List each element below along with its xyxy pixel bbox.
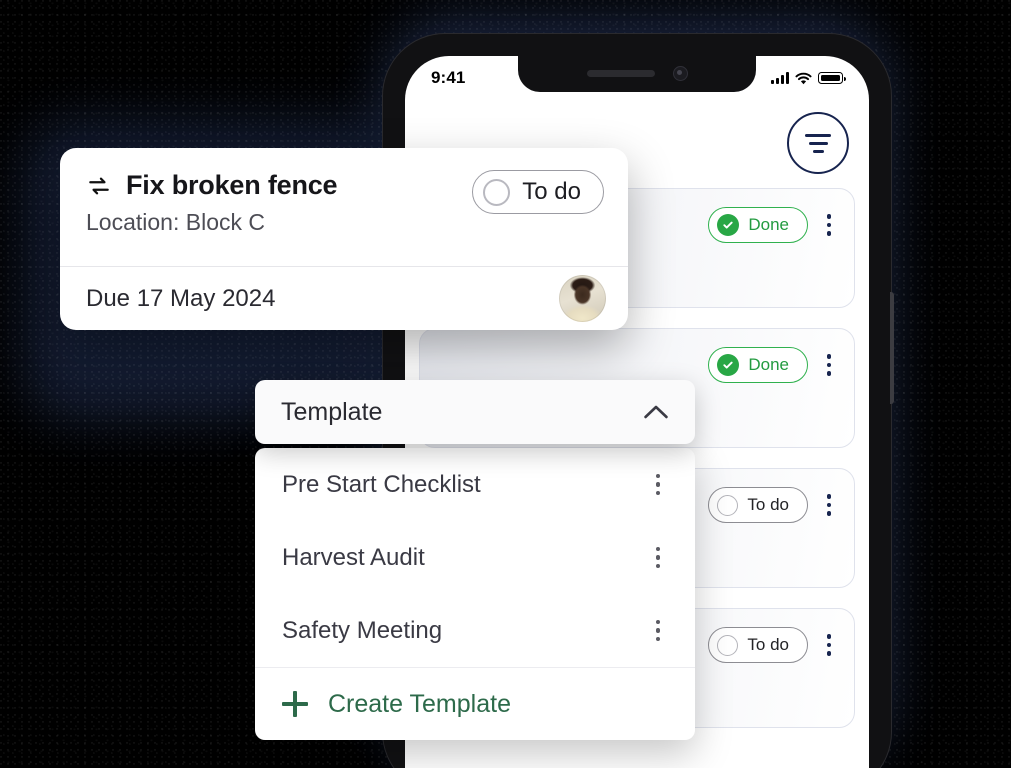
- filter-lines-icon: [805, 133, 831, 137]
- task-detail-status-badge[interactable]: To do: [472, 170, 604, 214]
- template-select[interactable]: Template: [255, 380, 695, 444]
- status-badge-label: Done: [748, 355, 789, 374]
- empty-circle-icon: [717, 634, 739, 656]
- status-badge[interactable]: Done: [708, 207, 808, 243]
- avatar[interactable]: [559, 275, 606, 322]
- status-badge-label: To do: [747, 635, 789, 654]
- kebab-menu-icon[interactable]: [649, 467, 667, 503]
- battery-icon: [818, 72, 846, 84]
- status-badge[interactable]: To do: [708, 627, 808, 663]
- filter-button[interactable]: [787, 112, 849, 174]
- repeat-icon: [89, 177, 109, 194]
- template-menu-item[interactable]: Safety Meeting: [255, 594, 695, 667]
- template-menu-item[interactable]: Harvest Audit: [255, 521, 695, 594]
- status-badge-label: To do: [747, 495, 789, 514]
- task-detail-status-label: To do: [522, 178, 581, 205]
- template-dropdown-menu: Pre Start Checklist Harvest Audit Safety…: [255, 448, 695, 740]
- status-bar-time: 9:41: [431, 68, 466, 87]
- check-circle-icon: [717, 214, 740, 236]
- empty-circle-icon: [717, 494, 739, 516]
- template-menu-item-label: Safety Meeting: [282, 616, 443, 644]
- status-badge[interactable]: To do: [708, 487, 808, 523]
- status-badge-label: Done: [748, 215, 789, 234]
- task-detail-footer: Due 17 May 2024: [60, 267, 628, 330]
- task-detail-title: Fix broken fence: [126, 170, 338, 200]
- template-menu-item-label: Harvest Audit: [282, 543, 425, 571]
- check-circle-icon: [717, 354, 740, 376]
- create-template-button[interactable]: Create Template: [255, 668, 695, 740]
- create-template-label: Create Template: [328, 689, 511, 718]
- status-bar-icons: [771, 72, 846, 85]
- kebab-menu-icon[interactable]: [820, 627, 838, 663]
- kebab-menu-icon[interactable]: [820, 347, 838, 383]
- chevron-up-icon[interactable]: [643, 404, 669, 420]
- empty-circle-icon: [483, 178, 511, 206]
- kebab-menu-icon[interactable]: [820, 487, 838, 523]
- status-badge[interactable]: Done: [708, 347, 808, 383]
- wifi-icon: [795, 72, 812, 84]
- mockup-stage: 9:41 Done Done To do To do Fix broken fe…: [0, 0, 1011, 768]
- kebab-menu-icon[interactable]: [649, 613, 667, 649]
- kebab-menu-icon[interactable]: [820, 207, 838, 243]
- cellular-bars-icon: [771, 72, 789, 84]
- template-menu-item-label: Pre Start Checklist: [282, 470, 481, 498]
- phone-power-button[interactable]: [890, 292, 894, 404]
- task-detail-due-date: Due 17 May 2024: [86, 284, 276, 312]
- template-menu-item[interactable]: Pre Start Checklist: [255, 448, 695, 521]
- status-bar: 9:41: [405, 56, 869, 100]
- template-select-label: Template: [281, 397, 383, 426]
- kebab-menu-icon[interactable]: [649, 540, 667, 576]
- task-detail-card[interactable]: Fix broken fence Location: Block C To do…: [60, 148, 628, 330]
- plus-icon: [282, 691, 308, 717]
- task-detail-header: Fix broken fence Location: Block C To do: [60, 148, 628, 266]
